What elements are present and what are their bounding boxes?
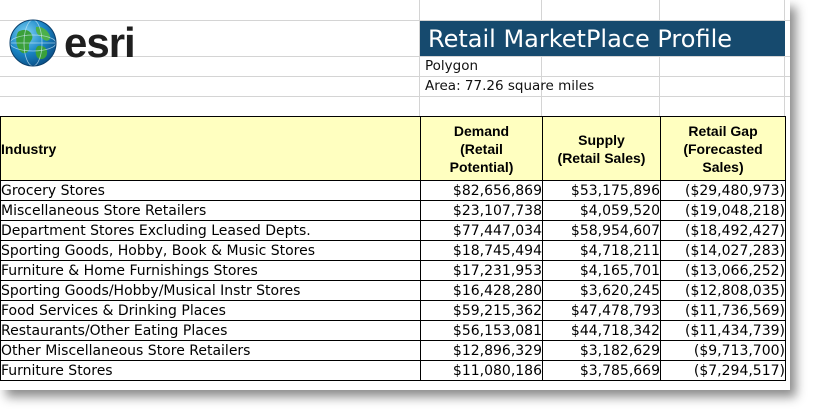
industry-cell: Sporting Goods, Hobby, Book & Music Stor… — [0, 240, 421, 261]
demand-cell: $17,231,953 — [420, 260, 543, 281]
supply-cell: $3,620,245 — [542, 280, 661, 301]
table-row: Food Services & Drinking Places $59,215,… — [0, 300, 786, 321]
retail-gap-cell: ($11,434,739) — [660, 320, 786, 341]
retail-gap-cell: ($18,492,427) — [660, 220, 786, 241]
retail-gap-cell: ($19,048,218) — [660, 200, 786, 221]
industry-cell: Other Miscellaneous Store Retailers — [0, 340, 421, 361]
table-row: Furniture & Home Furnishings Stores $17,… — [0, 260, 786, 281]
demand-cell: $12,896,329 — [420, 340, 543, 361]
retail-gap-cell: ($11,736,569) — [660, 300, 786, 321]
report-title: Retail MarketPlace Profile — [420, 21, 785, 56]
retail-gap-table: Industry Demand (Retail Potential) Suppl… — [0, 116, 786, 381]
retail-gap-cell: ($7,294,517) — [660, 360, 786, 381]
supply-cell: $3,785,669 — [542, 360, 661, 381]
industry-cell: Miscellaneous Store Retailers — [0, 200, 421, 221]
esri-logo: esri — [8, 18, 136, 68]
column-header-industry: Industry — [0, 116, 421, 181]
geography-type: Polygon — [425, 58, 479, 74]
table-row: Other Miscellaneous Store Retailers $12,… — [0, 340, 786, 361]
demand-cell: $18,745,494 — [420, 240, 543, 261]
industry-cell: Department Stores Excluding Leased Depts… — [0, 220, 421, 241]
column-header-retail-gap: Retail Gap (Forecasted Sales) — [660, 116, 786, 181]
demand-cell: $11,080,186 — [420, 360, 543, 381]
table-row: Miscellaneous Store Retailers $23,107,73… — [0, 200, 786, 221]
gridline — [0, 76, 790, 77]
industry-cell: Food Services & Drinking Places — [0, 300, 421, 321]
table-row: Department Stores Excluding Leased Depts… — [0, 220, 786, 241]
table-row: Restaurants/Other Eating Places $56,153,… — [0, 320, 786, 341]
retail-gap-cell: ($9,713,700) — [660, 340, 786, 361]
supply-cell: $4,165,701 — [542, 260, 661, 281]
column-header-demand: Demand (Retail Potential) — [420, 116, 543, 181]
demand-cell: $82,656,869 — [420, 180, 543, 201]
supply-cell: $3,182,629 — [542, 340, 661, 361]
table-header-row: Industry Demand (Retail Potential) Suppl… — [0, 116, 786, 181]
industry-cell: Furniture Stores — [0, 360, 421, 381]
area-label: Area: 77.26 square miles — [425, 78, 595, 94]
retail-gap-cell: ($14,027,283) — [660, 240, 786, 261]
gridline — [784, 0, 785, 116]
supply-cell: $53,175,896 — [542, 180, 661, 201]
industry-cell: Sporting Goods/Hobby/Musical Instr Store… — [0, 280, 421, 301]
supply-cell: $4,059,520 — [542, 200, 661, 221]
demand-cell: $16,428,280 — [420, 280, 543, 301]
industry-cell: Restaurants/Other Eating Places — [0, 320, 421, 341]
table-row: Furniture Stores $11,080,186 $3,785,669 … — [0, 360, 786, 381]
demand-cell: $56,153,081 — [420, 320, 543, 341]
globe-icon — [9, 19, 57, 67]
spreadsheet-sheet: esri Retail MarketPlace Profile Polygon … — [0, 0, 790, 390]
gridline — [419, 0, 420, 116]
demand-cell: $77,447,034 — [420, 220, 543, 241]
gridline — [659, 0, 660, 116]
supply-cell: $4,718,211 — [542, 240, 661, 261]
retail-gap-cell: ($29,480,973) — [660, 180, 786, 201]
industry-cell: Furniture & Home Furnishings Stores — [0, 260, 421, 281]
table-row: Grocery Stores $82,656,869 $53,175,896 (… — [0, 180, 786, 201]
gridline — [541, 0, 542, 116]
retail-gap-cell: ($12,808,035) — [660, 280, 786, 301]
supply-cell: $44,718,342 — [542, 320, 661, 341]
logo-wordmark: esri — [64, 19, 136, 66]
industry-cell: Grocery Stores — [0, 180, 421, 201]
demand-cell: $23,107,738 — [420, 200, 543, 221]
demand-cell: $59,215,362 — [420, 300, 543, 321]
gridline — [0, 96, 790, 97]
supply-cell: $58,954,607 — [542, 220, 661, 241]
retail-gap-cell: ($13,066,252) — [660, 260, 786, 281]
column-header-supply: Supply (Retail Sales) — [542, 116, 661, 181]
table-row: Sporting Goods/Hobby/Musical Instr Store… — [0, 280, 786, 301]
table-row: Sporting Goods, Hobby, Book & Music Stor… — [0, 240, 786, 261]
supply-cell: $47,478,793 — [542, 300, 661, 321]
